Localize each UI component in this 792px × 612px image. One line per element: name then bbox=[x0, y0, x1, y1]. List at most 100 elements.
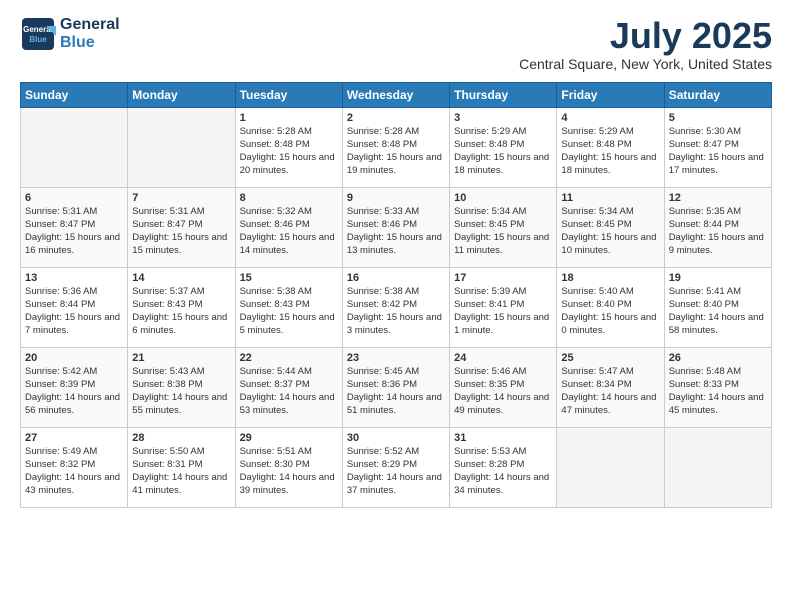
sunset-time: Sunset: 8:31 PM bbox=[132, 459, 202, 470]
sunset-time: Sunset: 8:38 PM bbox=[132, 379, 202, 390]
sunrise-time: Sunrise: 5:53 AM bbox=[454, 446, 526, 457]
daylight-hours: Daylight: 14 hours and 55 minutes. bbox=[132, 392, 227, 416]
calendar-day: 9Sunrise: 5:33 AMSunset: 8:46 PMDaylight… bbox=[342, 187, 449, 267]
sunrise-time: Sunrise: 5:30 AM bbox=[669, 126, 741, 137]
calendar-day: 22Sunrise: 5:44 AMSunset: 8:37 PMDayligh… bbox=[235, 347, 342, 427]
sunrise-time: Sunrise: 5:49 AM bbox=[25, 446, 97, 457]
sunset-time: Sunset: 8:44 PM bbox=[25, 299, 95, 310]
sunrise-time: Sunrise: 5:29 AM bbox=[561, 126, 633, 137]
svg-text:Blue: Blue bbox=[29, 35, 47, 44]
sunset-time: Sunset: 8:48 PM bbox=[240, 139, 310, 150]
sunrise-time: Sunrise: 5:37 AM bbox=[132, 286, 204, 297]
th-saturday: Saturday bbox=[664, 82, 771, 107]
daylight-hours: Daylight: 14 hours and 51 minutes. bbox=[347, 392, 442, 416]
day-number: 30 bbox=[347, 431, 445, 446]
daylight-hours: Daylight: 15 hours and 11 minutes. bbox=[454, 232, 549, 256]
sunset-time: Sunset: 8:37 PM bbox=[240, 379, 310, 390]
calendar-day: 20Sunrise: 5:42 AMSunset: 8:39 PMDayligh… bbox=[21, 347, 128, 427]
calendar-day: 24Sunrise: 5:46 AMSunset: 8:35 PMDayligh… bbox=[450, 347, 557, 427]
daylight-hours: Daylight: 15 hours and 1 minute. bbox=[454, 312, 549, 336]
daylight-hours: Daylight: 15 hours and 13 minutes. bbox=[347, 232, 442, 256]
sunset-time: Sunset: 8:47 PM bbox=[669, 139, 739, 150]
day-number: 6 bbox=[25, 191, 123, 206]
location: Central Square, New York, United States bbox=[519, 56, 772, 72]
calendar-day: 8Sunrise: 5:32 AM Sunset: 8:46 PM Daylight… bbox=[235, 187, 342, 267]
sunset-time: Sunset: 8:35 PM bbox=[454, 379, 524, 390]
daylight-hours: Daylight: 14 hours and 49 minutes. bbox=[454, 392, 549, 416]
day-number: 14 bbox=[132, 271, 230, 286]
calendar-week-3: 13Sunrise: 5:36 AMSunset: 8:44 PMDayligh… bbox=[21, 267, 772, 347]
sunrise-time: Sunrise: 5:38 AM bbox=[347, 286, 419, 297]
daylight-hours: Daylight: 15 hours and 10 minutes. bbox=[561, 232, 656, 256]
sunrise-time: Sunrise: 5:52 AM bbox=[347, 446, 419, 457]
daylight-hours: Daylight: 15 hours and 16 minutes. bbox=[25, 232, 120, 256]
sunrise-time: Sunrise: 5:33 AM bbox=[347, 206, 419, 217]
calendar-week-1: 1Sunrise: 5:28 AMSunset: 8:48 PMDaylight… bbox=[21, 107, 772, 187]
calendar-day: 3Sunrise: 5:29 AMSunset: 8:48 PMDaylight… bbox=[450, 107, 557, 187]
sunset-time: Sunset: 8:45 PM bbox=[454, 219, 524, 230]
daylight-hours: Daylight: 14 hours and 53 minutes. bbox=[240, 392, 335, 416]
sunrise-time: Sunrise: 5:32 AM bbox=[240, 206, 312, 217]
logo: General Blue General Blue bbox=[20, 16, 120, 53]
sunrise-time: Sunrise: 5:34 AM bbox=[561, 206, 633, 217]
sunrise-time: Sunrise: 5:39 AM bbox=[454, 286, 526, 297]
sunset-time: Sunset: 8:43 PM bbox=[240, 299, 310, 310]
sunset-time: Sunset: 8:48 PM bbox=[561, 139, 631, 150]
daylight-hours: Daylight: 15 hours and 17 minutes. bbox=[669, 152, 764, 176]
day-number: 10 bbox=[454, 191, 552, 206]
day-number: 18 bbox=[561, 271, 659, 286]
daylight-hours: Daylight: 15 hours and 14 minutes. bbox=[240, 232, 335, 256]
calendar-day bbox=[21, 107, 128, 187]
logo-icon: General Blue bbox=[20, 16, 56, 52]
calendar-day bbox=[128, 107, 235, 187]
day-number: 12 bbox=[669, 191, 767, 206]
calendar-week-5: 27Sunrise: 5:49 AMSunset: 8:32 PMDayligh… bbox=[21, 427, 772, 507]
calendar-day: 28Sunrise: 5:50 AMSunset: 8:31 PMDayligh… bbox=[128, 427, 235, 507]
calendar-day: 30Sunrise: 5:52 AMSunset: 8:29 PMDayligh… bbox=[342, 427, 449, 507]
day-number: 3 bbox=[454, 111, 552, 126]
calendar-day: 18Sunrise: 5:40 AMSunset: 8:40 PMDayligh… bbox=[557, 267, 664, 347]
sunrise-time: Sunrise: 5:34 AM bbox=[454, 206, 526, 217]
daylight-hours: Daylight: 14 hours and 41 minutes. bbox=[132, 472, 227, 496]
day-number: 15 bbox=[240, 271, 338, 286]
sunrise-time: Sunrise: 5:41 AM bbox=[669, 286, 741, 297]
sunset-time: Sunset: 8:34 PM bbox=[561, 379, 631, 390]
day-number: 31 bbox=[454, 431, 552, 446]
th-friday: Friday bbox=[557, 82, 664, 107]
logo-general: General bbox=[60, 16, 120, 34]
sunset-time: Sunset: 8:40 PM bbox=[669, 299, 739, 310]
sunset-time: Sunset: 8:29 PM bbox=[347, 459, 417, 470]
calendar-week-4: 20Sunrise: 5:42 AMSunset: 8:39 PMDayligh… bbox=[21, 347, 772, 427]
calendar-day: 2Sunrise: 5:28 AMSunset: 8:48 PMDaylight… bbox=[342, 107, 449, 187]
calendar-day: 10Sunrise: 5:34 AM Sunset: 8:45 PM Dayligh… bbox=[450, 187, 557, 267]
sunset-time: Sunset: 8:48 PM bbox=[454, 139, 524, 150]
daylight-hours: Daylight: 14 hours and 34 minutes. bbox=[454, 472, 549, 496]
calendar-day: 23Sunrise: 5:45 AMSunset: 8:36 PMDayligh… bbox=[342, 347, 449, 427]
calendar-day: 31Sunrise: 5:53 AMSunset: 8:28 PMDayligh… bbox=[450, 427, 557, 507]
calendar-day: 15Sunrise: 5:38 AMSunset: 8:43 PMDayligh… bbox=[235, 267, 342, 347]
day-number: 21 bbox=[132, 351, 230, 366]
sunrise-time: Sunrise: 5:46 AM bbox=[454, 366, 526, 377]
calendar-page: General Blue General Blue July 2025 Cent… bbox=[0, 0, 792, 518]
sunset-time: Sunset: 8:48 PM bbox=[347, 139, 417, 150]
title-block: July 2025 Central Square, New York, Unit… bbox=[519, 16, 772, 72]
day-number: 16 bbox=[347, 271, 445, 286]
calendar-day: 4Sunrise: 5:29 AMSunset: 8:48 PMDaylight… bbox=[557, 107, 664, 187]
sunrise-time: Sunrise: 5:36 AM bbox=[25, 286, 97, 297]
sunset-time: Sunset: 8:47 PM bbox=[25, 219, 95, 230]
sunset-time: Sunset: 8:46 PM bbox=[347, 219, 417, 230]
day-number: 5 bbox=[669, 111, 767, 126]
daylight-hours: Daylight: 15 hours and 0 minutes. bbox=[561, 312, 656, 336]
sunrise-time: Sunrise: 5:40 AM bbox=[561, 286, 633, 297]
day-number: 8 bbox=[240, 191, 338, 206]
daylight-hours: Daylight: 14 hours and 45 minutes. bbox=[669, 392, 764, 416]
day-number: 11 bbox=[561, 191, 659, 206]
sunset-time: Sunset: 8:46 PM bbox=[240, 219, 310, 230]
daylight-hours: Daylight: 15 hours and 15 minutes. bbox=[132, 232, 227, 256]
sunrise-time: Sunrise: 5:44 AM bbox=[240, 366, 312, 377]
days-header-row: Sunday Monday Tuesday Wednesday Thursday… bbox=[21, 82, 772, 107]
sunrise-time: Sunrise: 5:31 AM bbox=[25, 206, 97, 217]
logo-blue: Blue bbox=[60, 34, 120, 52]
day-number: 29 bbox=[240, 431, 338, 446]
calendar-day: 5Sunrise: 5:30 AM Sunset: 8:47 PM Daylight… bbox=[664, 107, 771, 187]
